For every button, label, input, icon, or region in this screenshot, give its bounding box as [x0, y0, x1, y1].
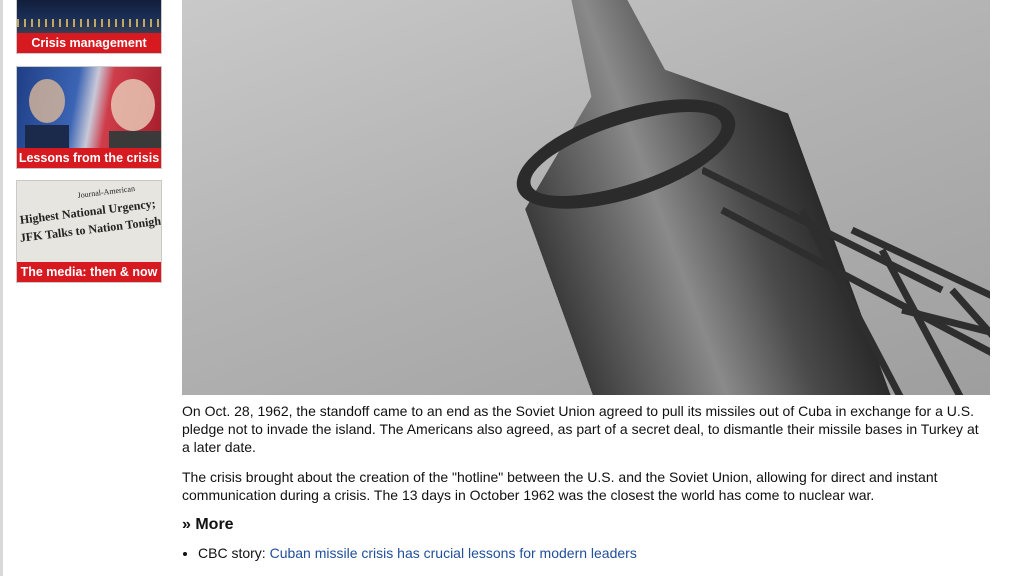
promo-label: The media: then & now	[17, 262, 161, 282]
more-heading: » More	[182, 516, 234, 533]
promo-lessons-from-the-crisis[interactable]: Lessons from the crisis	[16, 66, 162, 169]
promo-media-then-now[interactable]: Journal-American Highest National Urgenc…	[16, 180, 162, 283]
more-links-list: CBC story: Cuban missile crisis has cruc…	[182, 544, 990, 562]
newspaper-masthead: Journal-American	[77, 183, 136, 200]
link-prefix: CBC story:	[198, 545, 270, 561]
article-paragraph: The crisis brought about the creation of…	[182, 469, 938, 503]
city-night-thumbnail	[17, 0, 161, 35]
article-paragraph: On Oct. 28, 1962, the standoff came to a…	[182, 403, 979, 455]
promo-label: Crisis management	[17, 33, 161, 53]
promo-label: Lessons from the crisis	[17, 148, 161, 168]
promo-crisis-management[interactable]: Crisis management	[16, 0, 162, 54]
newspaper-thumbnail: Journal-American Highest National Urgenc…	[17, 181, 161, 264]
article-body: On Oct. 28, 1962, the standoff came to a…	[182, 402, 990, 562]
cbc-story-link[interactable]: Cuban missile crisis has crucial lessons…	[270, 545, 637, 561]
left-border	[0, 0, 3, 576]
missile-photo	[182, 0, 990, 395]
leaders-portrait-thumbnail	[17, 67, 161, 150]
list-item: CBC story: Cuban missile crisis has cruc…	[198, 544, 990, 562]
launch-gantry	[702, 166, 990, 395]
